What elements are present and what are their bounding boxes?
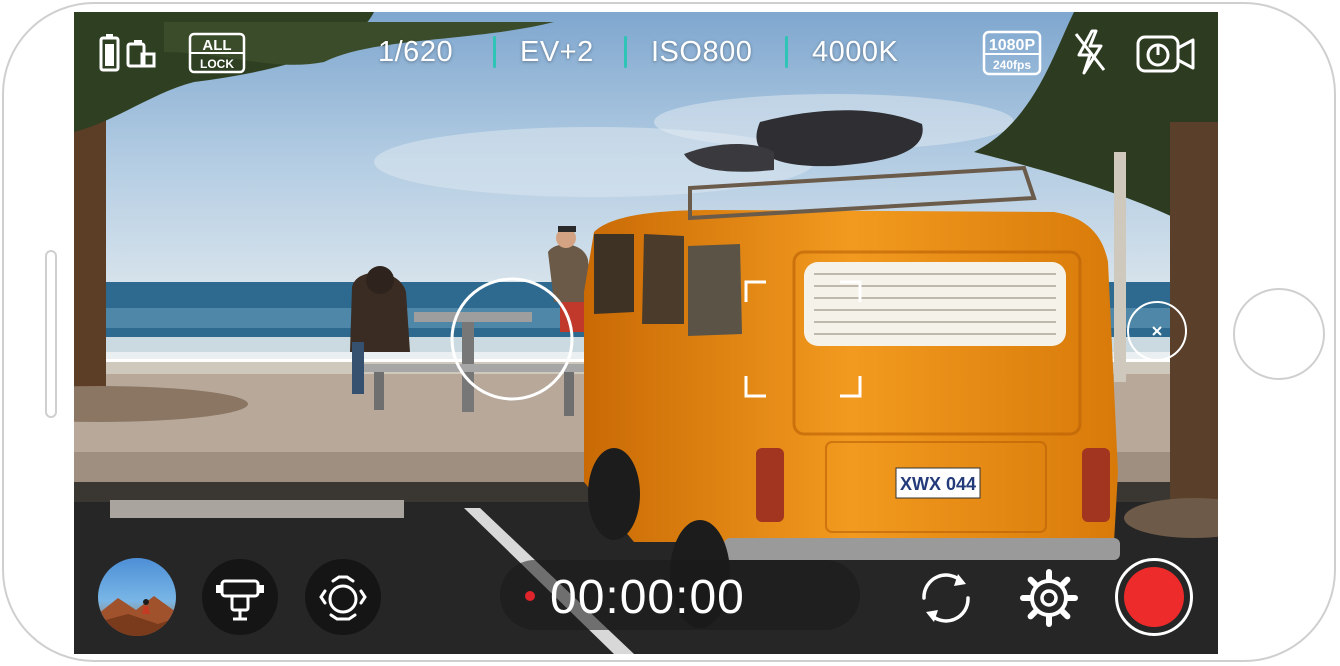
all-lock-button[interactable]: ALL LOCK — [188, 32, 246, 74]
camera-viewfinder[interactable]: XWX 044 ALL LOCK 1/620 EV+2 ISO800 4000K… — [74, 12, 1218, 654]
recording-timer: 00:00:00 — [500, 560, 860, 630]
recording-indicator-dot — [525, 591, 535, 601]
svg-text:ALL: ALL — [202, 37, 231, 54]
record-icon — [1124, 567, 1184, 627]
shutter-speed-value[interactable]: 1/620 — [378, 36, 453, 69]
gallery-thumbnail[interactable] — [98, 558, 176, 636]
recording-time: 00:00:00 — [550, 571, 745, 624]
white-balance-value[interactable]: 4000K — [812, 36, 898, 69]
svg-text:240fps: 240fps — [993, 58, 1031, 72]
camera-modes-icon — [319, 575, 367, 621]
record-button[interactable] — [1115, 558, 1193, 636]
separator — [493, 36, 496, 68]
svg-text:LOCK: LOCK — [200, 57, 234, 71]
gallery-image-icon — [98, 558, 176, 636]
gimbal-button[interactable] — [202, 559, 278, 635]
camera-top-bar: ALL LOCK 1/620 EV+2 ISO800 4000K 1080P 2… — [74, 12, 1218, 92]
separator — [624, 36, 627, 68]
resolution-button[interactable]: 1080P 240fps — [982, 30, 1042, 76]
camera-modes-button[interactable] — [305, 559, 381, 635]
switch-camera-icon[interactable] — [914, 568, 978, 628]
svg-text:1080P: 1080P — [989, 37, 1036, 54]
exposure-value[interactable]: EV+2 — [520, 36, 594, 69]
flash-off-icon[interactable] — [1070, 28, 1110, 76]
iso-value[interactable]: ISO800 — [651, 36, 752, 69]
focus-ring-icon[interactable] — [450, 277, 574, 401]
exposure-frame-icon[interactable] — [744, 280, 862, 398]
battery-icon[interactable] — [98, 32, 158, 74]
svg-text:XWX 044: XWX 044 — [900, 474, 976, 494]
self-timer-icon[interactable] — [1136, 34, 1196, 74]
gear-icon[interactable] — [1019, 568, 1079, 628]
separator — [785, 36, 788, 68]
close-icon[interactable] — [1126, 300, 1188, 362]
phone-side-button — [45, 250, 57, 418]
gimbal-icon — [216, 579, 264, 621]
viewfinder-scene: XWX 044 — [74, 12, 1218, 654]
phone-home-button[interactable] — [1233, 288, 1325, 380]
